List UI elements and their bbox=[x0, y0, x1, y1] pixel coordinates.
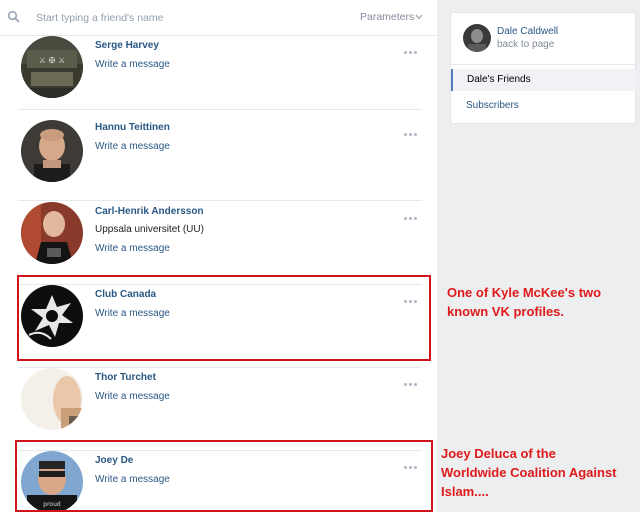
search-icon bbox=[7, 10, 20, 23]
svg-text:⚔ ✠ ⚔: ⚔ ✠ ⚔ bbox=[39, 56, 66, 65]
tab-label: Subscribers bbox=[466, 100, 519, 111]
search-bar: Parameters bbox=[0, 0, 437, 36]
more-dots-icon[interactable] bbox=[404, 378, 420, 386]
annotation-line: One of Kyle McKee's two bbox=[447, 285, 602, 300]
friends-list-panel: Parameters ⚔ ✠ ⚔ Serge Harvey Write a me… bbox=[0, 0, 437, 512]
write-message-link[interactable]: Write a message bbox=[95, 243, 170, 254]
parameters-button[interactable]: Parameters bbox=[360, 11, 414, 23]
friend-name[interactable]: Hannu Teittinen bbox=[95, 122, 170, 133]
avatar[interactable] bbox=[21, 202, 83, 264]
friend-row: proud Joey De Write a message bbox=[18, 451, 422, 512]
tab-label: Dale's Friends bbox=[467, 74, 531, 85]
chevron-down-icon[interactable] bbox=[415, 14, 423, 20]
avatar[interactable]: ⚔ ✠ ⚔ bbox=[21, 36, 83, 98]
sidebar-card: Dale Caldwell back to page Dale's Friend… bbox=[450, 12, 637, 124]
write-message-link[interactable]: Write a message bbox=[95, 391, 170, 402]
back-to-profile-link[interactable]: Dale Caldwell back to page bbox=[451, 13, 637, 65]
avatar[interactable] bbox=[21, 368, 83, 430]
more-dots-icon[interactable] bbox=[404, 128, 420, 136]
friend-row: Carl-Henrik Andersson Uppsala universite… bbox=[18, 202, 422, 285]
annotation-club-canada: One of Kyle McKee's two known VK profile… bbox=[447, 283, 601, 321]
search-input[interactable] bbox=[36, 8, 336, 28]
friend-row: Thor Turchet Write a message bbox=[18, 368, 422, 451]
more-dots-icon[interactable] bbox=[404, 46, 420, 54]
write-message-link[interactable]: Write a message bbox=[95, 308, 170, 319]
friend-name[interactable]: Club Canada bbox=[95, 289, 156, 300]
avatar[interactable] bbox=[21, 120, 83, 182]
avatar bbox=[463, 24, 491, 52]
friend-name[interactable]: Thor Turchet bbox=[95, 372, 156, 383]
friend-name[interactable]: Joey De bbox=[95, 455, 133, 466]
profile-name[interactable]: Dale Caldwell bbox=[497, 26, 558, 37]
friend-row: Club Canada Write a message bbox=[18, 285, 422, 368]
tab-subscribers[interactable]: Subscribers bbox=[451, 95, 637, 117]
friend-name[interactable]: Carl-Henrik Andersson bbox=[95, 206, 204, 217]
more-dots-icon[interactable] bbox=[404, 461, 420, 469]
write-message-link[interactable]: Write a message bbox=[95, 474, 170, 485]
more-dots-icon[interactable] bbox=[404, 295, 420, 303]
annotation-line: Worldwide Coalition Against bbox=[441, 465, 617, 480]
friend-name[interactable]: Serge Harvey bbox=[95, 40, 159, 51]
annotation-line: Islam.... bbox=[441, 484, 489, 499]
annotation-joey-de: Joey Deluca of the Worldwide Coalition A… bbox=[441, 444, 617, 501]
avatar[interactable]: proud bbox=[21, 451, 83, 512]
more-dots-icon[interactable] bbox=[404, 212, 420, 220]
tab-friends[interactable]: Dale's Friends bbox=[451, 69, 637, 91]
friend-subtitle: Uppsala universitet (UU) bbox=[95, 224, 204, 235]
back-to-page-label[interactable]: back to page bbox=[497, 39, 554, 50]
write-message-link[interactable]: Write a message bbox=[95, 59, 170, 70]
annotation-line: known VK profiles. bbox=[447, 304, 565, 319]
svg-text:proud: proud bbox=[43, 501, 61, 508]
write-message-link[interactable]: Write a message bbox=[95, 141, 170, 152]
friend-row: ⚔ ✠ ⚔ Serge Harvey Write a message bbox=[18, 36, 422, 110]
annotation-line: Joey Deluca of the bbox=[441, 446, 556, 461]
friend-row: Hannu Teittinen Write a message bbox=[18, 118, 422, 201]
avatar[interactable] bbox=[21, 285, 83, 347]
